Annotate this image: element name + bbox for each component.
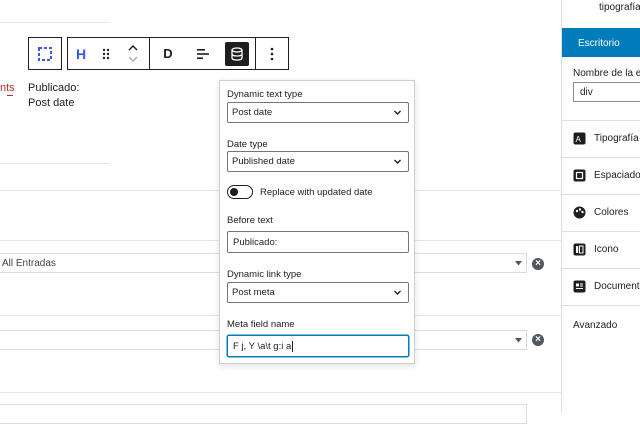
heading-button[interactable]: H <box>68 38 94 69</box>
clear-icon[interactable]: × <box>532 258 544 270</box>
select-arrow-icon <box>515 338 522 343</box>
dynamic-content-button[interactable]: D <box>150 38 186 69</box>
divider <box>0 22 110 23</box>
panel-icon[interactable]: Icono <box>562 231 640 268</box>
tag-name-label: Nombre de la eti <box>573 68 640 79</box>
panel-spacing-label: Espaciado <box>594 170 640 181</box>
divider <box>0 392 561 393</box>
text-cursor <box>292 340 294 352</box>
meta-field-name-input[interactable]: F j, Y \a\t g:i a <box>227 335 409 357</box>
vertical-ellipsis-icon <box>270 47 274 60</box>
drag-dots-icon <box>102 48 110 59</box>
dynamic-link-type-select[interactable]: Post meta <box>227 282 409 303</box>
post-type-value: All Entradas <box>2 257 56 269</box>
divider <box>0 163 110 164</box>
panel-spacing[interactable]: Espaciado <box>562 157 640 194</box>
move-up-icon[interactable] <box>128 44 138 51</box>
select-parent-button[interactable] <box>29 38 61 69</box>
post-meta-label: Publicado: <box>28 82 80 94</box>
panel-advanced-label: Avanzado <box>573 320 618 331</box>
database-icon <box>231 46 243 61</box>
panel-colors[interactable]: Colores <box>562 194 640 231</box>
drag-handle[interactable] <box>94 38 118 69</box>
block-settings-sidebar: tipografía Escritorio Nombre de la eti d… <box>561 0 640 412</box>
toggle-knob <box>230 188 238 196</box>
truncated-text: nts <box>0 82 15 94</box>
post-meta-value[interactable]: Post date <box>28 97 74 109</box>
typography-icon: A <box>573 132 586 145</box>
heading-icon: H <box>75 45 87 62</box>
sidebar-top-label: tipografía <box>599 2 640 13</box>
replace-updated-date-toggle[interactable] <box>227 185 253 199</box>
red-underline <box>7 95 13 96</box>
panel-advanced[interactable]: Avanzado <box>562 305 640 345</box>
document-icon <box>573 280 586 293</box>
dynamic-d-icon: D <box>163 46 173 61</box>
svg-text:A: A <box>576 135 582 144</box>
block-select-group <box>28 37 62 70</box>
dynamic-text-type-select[interactable]: Post date <box>227 102 409 123</box>
tag-name-select[interactable]: div <box>573 82 640 102</box>
chevron-down-icon <box>394 290 401 295</box>
panel-colors-label: Colores <box>594 207 629 218</box>
dynamic-data-popover: Dynamic text type Post date Date type Pu… <box>219 80 415 364</box>
dynamic-text-type-value: Post date <box>232 107 273 118</box>
tag-name-value: div <box>580 87 593 98</box>
dynamic-data-button[interactable] <box>223 38 251 69</box>
before-text-value: Publicado: <box>233 236 278 248</box>
chevron-down-icon <box>394 110 401 115</box>
move-down-icon[interactable] <box>128 56 138 63</box>
tab-desktop[interactable]: Escritorio <box>562 28 640 57</box>
dashed-square-icon <box>38 46 52 61</box>
palette-icon <box>573 206 586 219</box>
panel-typography[interactable]: A Tipografía <box>562 120 640 157</box>
dynamic-link-type-value: Post meta <box>232 287 275 298</box>
icon-panel-icon <box>573 243 586 256</box>
clear-icon[interactable]: × <box>532 334 544 346</box>
replace-toggle-label: Replace with updated date <box>260 187 373 198</box>
meta-field-name-value: F j, Y \a\t g:i a <box>233 340 292 352</box>
more-options-button[interactable] <box>256 38 288 69</box>
block-toolbar: H D <box>67 37 289 70</box>
panel-documentation[interactable]: Documenta <box>562 268 640 305</box>
panel-documentation-label: Documenta <box>594 281 640 292</box>
panel-icon-label: Icono <box>594 244 619 255</box>
dynamic-text-type-label: Dynamic text type <box>227 89 303 100</box>
panel-typography-label: Tipografía <box>594 133 639 144</box>
date-type-value: Published date <box>232 156 295 167</box>
dynamic-link-type-label: Dynamic link type <box>227 269 302 280</box>
move-buttons <box>118 38 148 69</box>
meta-field-name-label: Meta field name <box>227 319 295 330</box>
third-select[interactable] <box>0 404 527 424</box>
spacing-icon <box>573 169 586 182</box>
before-text-input[interactable]: Publicado: <box>227 231 409 253</box>
align-button[interactable] <box>186 38 220 69</box>
align-left-icon <box>197 48 209 59</box>
date-type-select[interactable]: Published date <box>227 151 409 172</box>
chevron-down-icon <box>394 159 401 164</box>
select-arrow-icon <box>515 261 522 266</box>
date-type-label: Date type <box>227 139 268 150</box>
before-text-label: Before text <box>227 215 273 226</box>
